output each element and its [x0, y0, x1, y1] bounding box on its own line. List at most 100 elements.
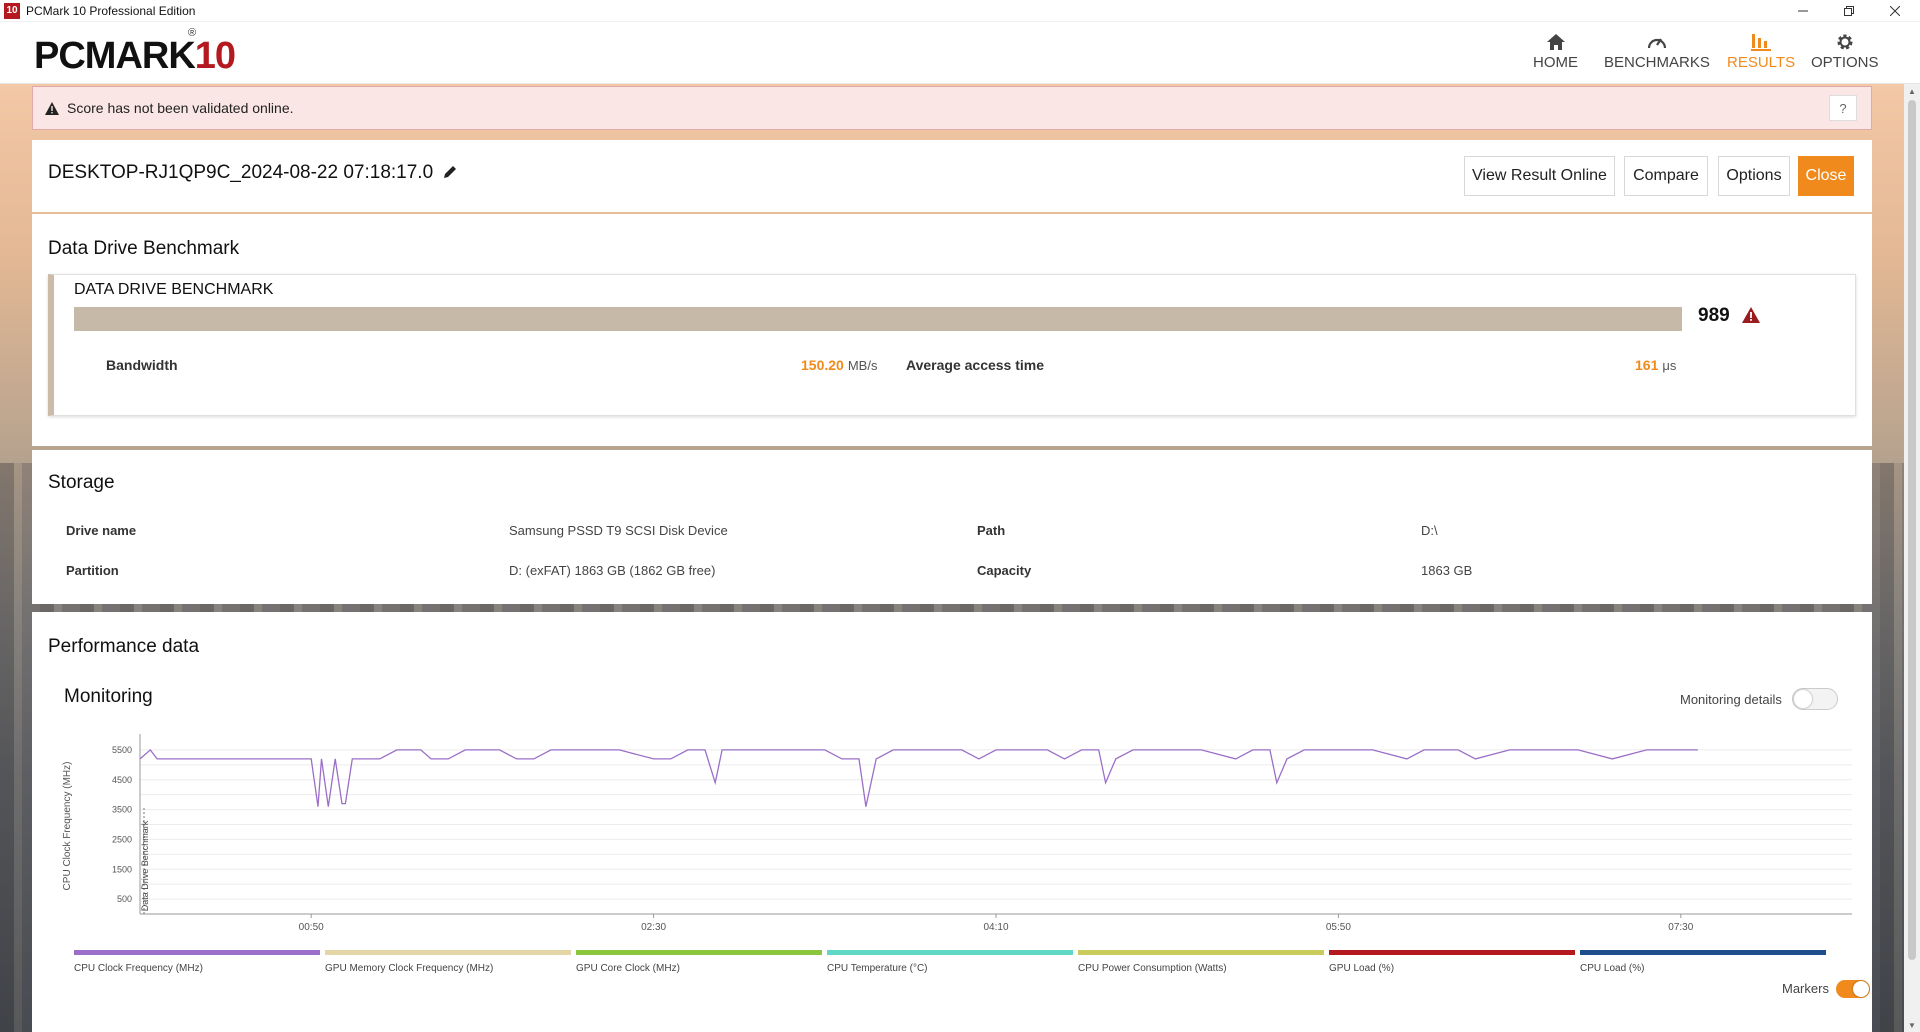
legend-item[interactable]: CPU Clock Frequency (MHz) — [74, 950, 320, 974]
x-tick-label: 02:30 — [641, 922, 666, 933]
legend-label: CPU Load (%) — [1580, 963, 1645, 974]
legend-item[interactable]: GPU Core Clock (MHz) — [576, 950, 822, 974]
access-time-value: 161 μs — [1635, 357, 1677, 373]
capacity-label: Capacity — [977, 563, 1032, 578]
result-header: DESKTOP-RJ1QP9C_2024-08-22 07:18:17.0 Vi… — [32, 140, 1872, 212]
window-title: PCMark 10 Professional Edition — [26, 3, 196, 18]
restore-button[interactable] — [1826, 0, 1872, 22]
nav-results[interactable]: RESULTS — [1727, 30, 1795, 71]
performance-section: Performance data Monitoring Monitoring d… — [32, 612, 1872, 1032]
gauge-icon — [1646, 30, 1668, 54]
markers-toggle[interactable] — [1836, 980, 1870, 998]
home-icon — [1546, 30, 1566, 54]
benchmark-section-title: Data Drive Benchmark — [48, 238, 240, 259]
benchmark-name: DATA DRIVE BENCHMARK — [74, 281, 274, 298]
benchmark-section: Data Drive Benchmark DATA DRIVE BENCHMAR… — [32, 214, 1872, 446]
help-button[interactable]: ? — [1829, 95, 1857, 121]
view-result-online-button[interactable]: View Result Online — [1464, 156, 1615, 196]
legend-swatch — [74, 950, 320, 955]
markers-label: Markers — [1782, 981, 1829, 996]
result-title: DESKTOP-RJ1QP9C_2024-08-22 07:18:17.0 — [48, 162, 434, 183]
nav-home[interactable]: HOME — [1533, 30, 1578, 71]
monitoring-title: Monitoring — [64, 686, 153, 707]
bar-chart-icon — [1750, 30, 1772, 54]
legend-label: GPU Memory Clock Frequency (MHz) — [325, 963, 494, 974]
partition-value: D: (exFAT) 1863 GB (1862 GB free) — [509, 563, 716, 578]
scroll-up-arrow[interactable]: ▲ — [1904, 84, 1920, 98]
options-button[interactable]: Options — [1718, 156, 1790, 196]
y-tick-label: 1500 — [112, 864, 132, 874]
gear-icon — [1835, 30, 1855, 54]
title-bar: 10 PCMark 10 Professional Edition — [0, 0, 1920, 22]
close-icon — [1890, 6, 1900, 16]
validation-warning-banner: Score has not been validated online. ? — [32, 86, 1872, 130]
edit-pencil-icon[interactable] — [442, 164, 458, 185]
path-label: Path — [977, 523, 1006, 538]
legend-swatch — [1078, 950, 1324, 955]
legend-swatch — [576, 950, 822, 955]
benchmark-marker-label: Data Drive Benchmark — [140, 820, 150, 911]
compare-button[interactable]: Compare — [1624, 156, 1708, 196]
legend-item[interactable]: CPU Power Consumption (Watts) — [1078, 950, 1324, 974]
x-tick-label: 05:50 — [1326, 922, 1351, 933]
bandwidth-label: Bandwidth — [106, 357, 178, 373]
app-header: PCMARK10 ® HOME BENCHMARKS RESULTS OPTION… — [0, 22, 1920, 84]
storage-section-title: Storage — [48, 472, 115, 493]
legend-item[interactable]: CPU Temperature (°C) — [827, 950, 1073, 974]
legend-label: GPU Load (%) — [1329, 963, 1395, 974]
x-tick-label: 00:50 — [299, 922, 324, 933]
bandwidth-value: 150.20 MB/s — [801, 357, 878, 373]
close-window-button[interactable] — [1872, 0, 1918, 22]
minimize-icon — [1798, 10, 1808, 12]
partition-label: Partition — [66, 563, 119, 578]
warning-icon — [43, 99, 61, 117]
x-tick-label: 04:10 — [983, 922, 1008, 933]
legend-swatch — [1580, 950, 1826, 955]
scroll-thumb[interactable] — [1908, 100, 1916, 960]
access-time-label: Average access time — [906, 357, 1045, 373]
legend-label: CPU Temperature (°C) — [827, 963, 928, 974]
nav-results-label: RESULTS — [1727, 54, 1796, 71]
nav-home-label: HOME — [1533, 54, 1578, 71]
benchmark-score: 989 — [1698, 305, 1730, 326]
y-tick-label: 500 — [117, 894, 132, 904]
performance-section-title: Performance data — [48, 636, 200, 657]
y-tick-label: 2500 — [112, 834, 132, 844]
app-icon: 10 — [4, 2, 20, 19]
score-warning-icon[interactable] — [1742, 307, 1760, 328]
benchmark-card: DATA DRIVE BENCHMARK 989 Bandwidth 150.2… — [48, 274, 1856, 416]
drive-name-label: Drive name — [66, 523, 137, 538]
monitoring-chart: 500 1500 2500 3500 4500 5500 00:50 02:30 04:10 05… — [62, 734, 1852, 933]
legend-label: CPU Clock Frequency (MHz) — [74, 963, 203, 974]
scrollbar[interactable]: ▲ ▼ — [1904, 84, 1920, 1032]
legend-item[interactable]: GPU Load (%) — [1329, 950, 1575, 974]
warning-text: Score has not been validated online. — [67, 100, 294, 116]
legend-swatch — [325, 950, 571, 955]
close-result-button[interactable]: Close — [1798, 156, 1854, 196]
nav-options[interactable]: OPTIONS — [1811, 30, 1879, 71]
x-tick-label: 07:30 — [1668, 922, 1693, 933]
series-line-cpu-clock — [139, 748, 1698, 807]
restore-icon — [1844, 6, 1854, 16]
legend-item[interactable]: GPU Memory Clock Frequency (MHz) — [325, 950, 571, 974]
y-tick-label: 3500 — [112, 805, 132, 815]
legend-swatch — [1329, 950, 1575, 955]
legend-item[interactable]: CPU Load (%) — [1580, 950, 1826, 974]
legend-label: CPU Power Consumption (Watts) — [1078, 963, 1227, 974]
capacity-value: 1863 GB — [1421, 563, 1473, 578]
nav-benchmarks[interactable]: BENCHMARKS — [1604, 30, 1710, 71]
nav-options-label: OPTIONS — [1811, 54, 1879, 71]
y-axis-label: CPU Clock Frequency (MHz) — [62, 762, 73, 891]
y-tick-label: 4500 — [112, 775, 132, 785]
minimize-button[interactable] — [1780, 0, 1826, 22]
legend-label: GPU Core Clock (MHz) — [576, 963, 680, 974]
pcmark-logo: PCMARK10 ® — [34, 27, 236, 77]
nav-benchmarks-label: BENCHMARKS — [1604, 54, 1710, 71]
drive-name-value: Samsung PSSD T9 SCSI Disk Device — [509, 523, 728, 538]
monitoring-details-label: Monitoring details — [1680, 692, 1782, 707]
monitoring-details-toggle[interactable] — [1792, 688, 1838, 710]
scroll-down-arrow[interactable]: ▼ — [1904, 1018, 1920, 1032]
legend-swatch — [827, 950, 1073, 955]
score-bar — [74, 307, 1682, 331]
storage-section: Storage Drive name Samsung PSSD T9 SCSI … — [32, 450, 1872, 604]
